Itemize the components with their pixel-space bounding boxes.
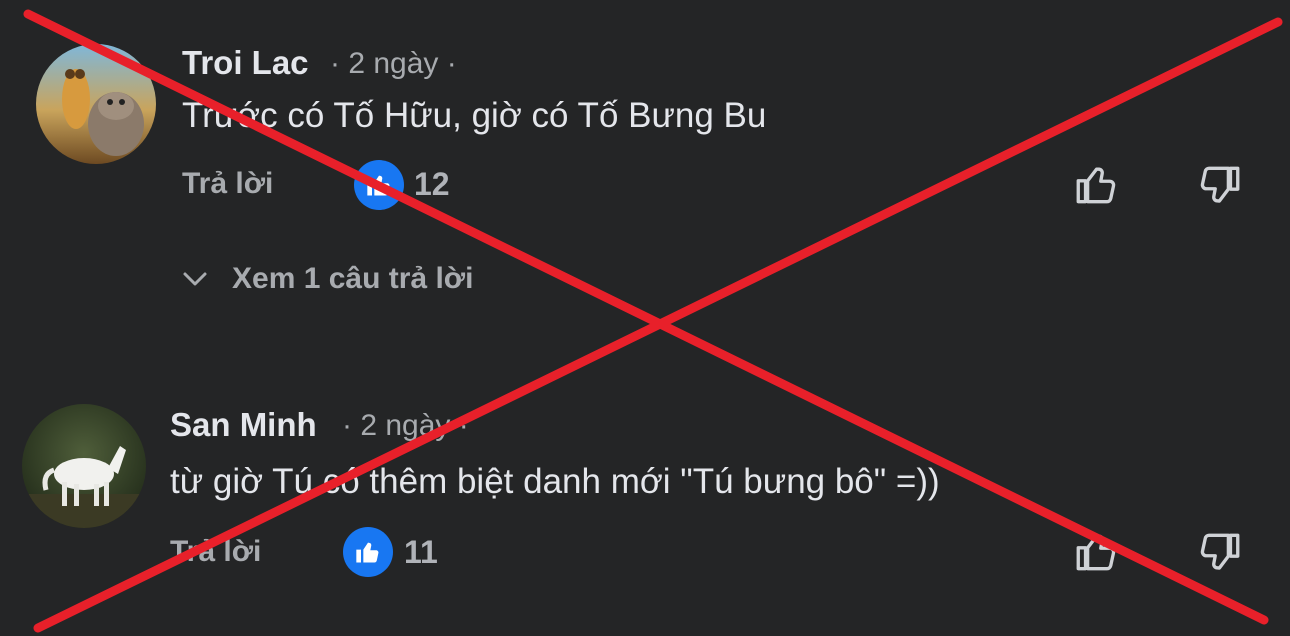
comment-timestamp: · 2 ngày · [330, 47, 457, 80]
thumbs-up-icon [356, 542, 379, 563]
thumbs-down-outline-icon[interactable] [1194, 160, 1244, 210]
view-replies-button[interactable]: Xem 1 câu trả lời [180, 262, 473, 296]
like-count: 11 [404, 534, 438, 570]
reply-button[interactable]: Trả lời [182, 167, 273, 201]
thumbs-down-outline-icon[interactable] [1194, 527, 1244, 577]
thumbs-up-outline-icon[interactable] [1072, 160, 1122, 210]
avatar[interactable] [22, 404, 146, 528]
comment-text: Trước có Tố Hữu, giờ có Tố Bưng Bu [182, 96, 767, 135]
like-reaction-badge[interactable] [354, 160, 404, 210]
comment-text: từ giờ Tú có thêm biệt danh mới "Tú bưng… [170, 462, 940, 501]
reply-button[interactable]: Trả lời [170, 535, 261, 569]
like-count: 12 [414, 166, 450, 202]
thumbs-up-icon [367, 175, 390, 196]
comment-author[interactable]: Troi Lac [182, 44, 309, 82]
comment-timestamp: · 2 ngày · [342, 409, 469, 442]
avatar[interactable] [36, 44, 156, 164]
like-reaction-badge[interactable] [343, 527, 393, 577]
thumbs-up-outline-icon[interactable] [1072, 527, 1122, 577]
chevron-down-icon [183, 272, 207, 286]
view-replies-label: Xem 1 câu trả lời [232, 262, 474, 295]
comment-author[interactable]: San Minh [170, 406, 317, 444]
